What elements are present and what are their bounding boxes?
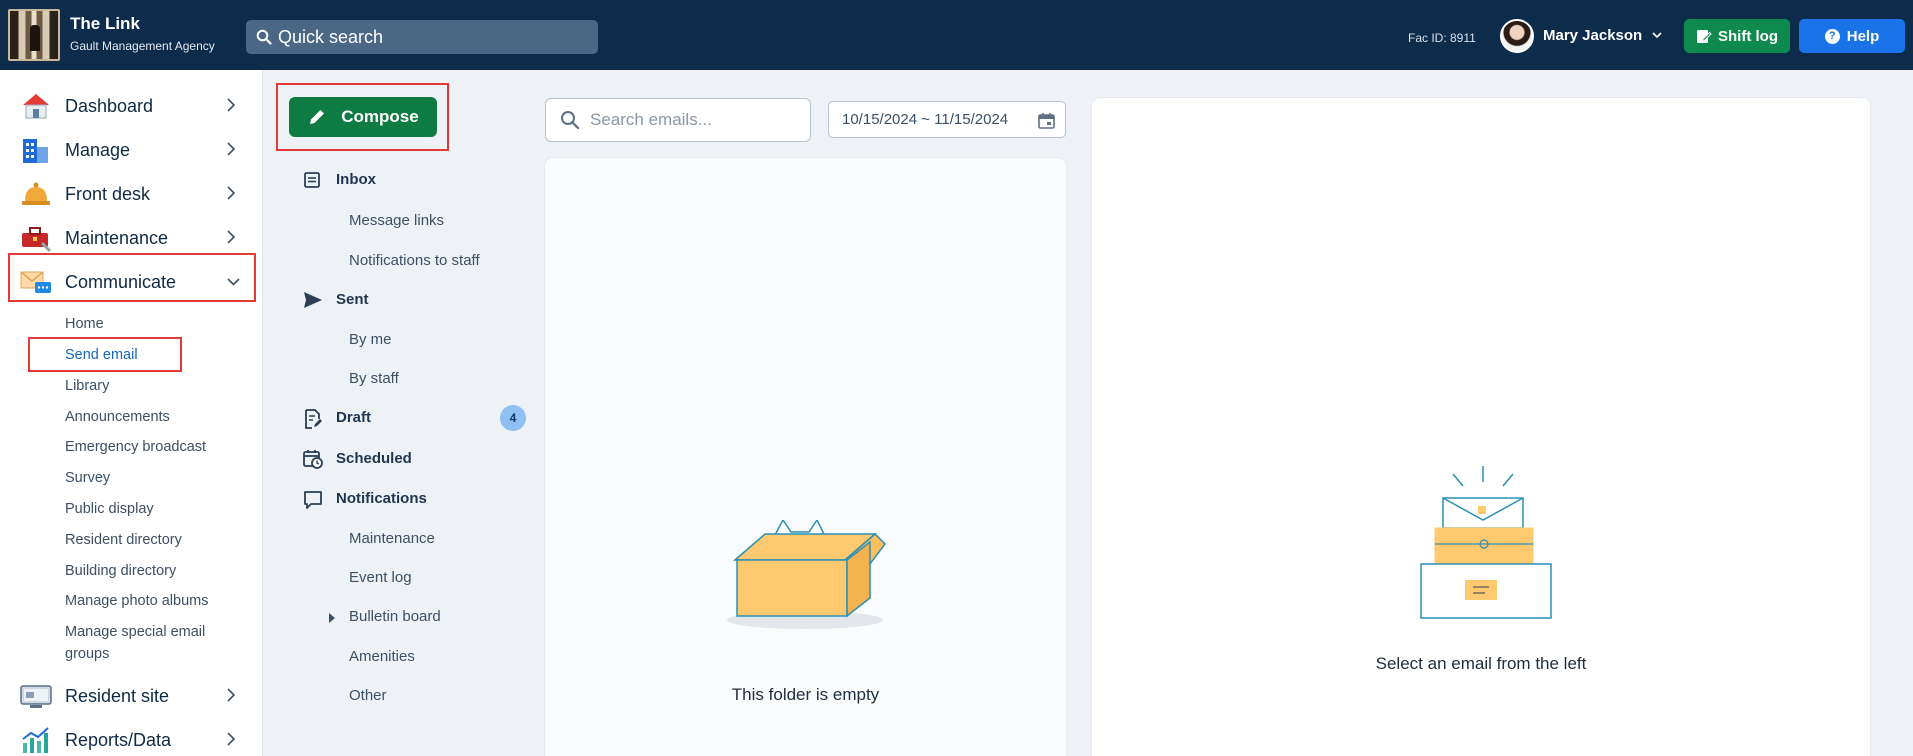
compose-label: Compose <box>341 107 419 126</box>
sidebar-sub-announcements[interactable]: Announcements <box>65 406 245 428</box>
bell-icon <box>22 182 50 205</box>
folder-panel: Compose Inbox Message links Notification… <box>263 70 533 756</box>
search-icon <box>561 111 580 130</box>
sidebar-item-maintenance[interactable]: Maintenance <box>0 218 263 258</box>
chevron-down-icon <box>1652 32 1662 39</box>
email-reader-panel: Select an email from the left <box>1092 98 1870 756</box>
sidebar-item-reports-data[interactable]: Reports/Data <box>0 720 263 756</box>
help-button[interactable]: ? Help <box>1799 19 1905 53</box>
app-title: The Link <box>70 14 140 33</box>
help-label: Help <box>1846 27 1880 45</box>
calendar-clock-icon <box>303 450 323 469</box>
sidebar-sub-send-email[interactable]: Send email <box>65 344 245 366</box>
folder-notifications-to-staff[interactable]: Notifications to staff <box>349 252 480 269</box>
inbox-icon <box>304 172 320 188</box>
sidebar-item-communicate[interactable]: Communicate <box>0 262 263 302</box>
folder-sent[interactable]: Sent <box>336 291 369 308</box>
chat-bubble-icon <box>304 491 322 509</box>
agency-name: Gault Management Agency <box>70 39 215 53</box>
mail-package-illustration <box>1420 466 1552 619</box>
email-search-input[interactable]: Search emails... <box>545 98 811 142</box>
empty-box-cat-illustration <box>727 520 886 629</box>
sidebar-sub-resident-directory[interactable]: Resident directory <box>65 529 245 551</box>
chevron-right-icon <box>227 98 235 112</box>
top-bar: The Link Gault Management Agency Quick s… <box>0 0 1913 70</box>
sidebar-item-dashboard[interactable]: Dashboard <box>0 86 263 126</box>
sidebar-sub-public-display[interactable]: Public display <box>65 498 245 520</box>
chart-icon <box>22 727 49 753</box>
shift-log-button[interactable]: Shift log <box>1684 19 1790 53</box>
draft-count-badge: 4 <box>500 405 526 431</box>
folder-by-me[interactable]: By me <box>349 331 392 348</box>
folder-draft[interactable]: Draft <box>336 409 371 426</box>
facility-id: Fac ID: 8911 <box>1408 31 1476 45</box>
folder-scheduled[interactable]: Scheduled <box>336 450 412 467</box>
email-search-placeholder: Search emails... <box>590 110 712 129</box>
reader-empty-message: Select an email from the left <box>1375 654 1587 673</box>
building-icon <box>23 139 48 163</box>
date-range-picker[interactable]: 10/15/2024 ~ 11/15/2024 <box>828 101 1066 138</box>
quick-search-input[interactable]: Quick search <box>246 20 598 54</box>
sidebar-item-front-desk[interactable]: Front desk <box>0 174 263 214</box>
sidebar-sub-survey[interactable]: Survey <box>65 467 245 489</box>
chevron-down-icon <box>227 278 240 286</box>
sidebar-item-manage[interactable]: Manage <box>0 130 263 170</box>
chevron-right-icon <box>227 732 235 746</box>
brand: The Link Gault Management Agency <box>70 14 215 53</box>
folder-message-links[interactable]: Message links <box>349 212 444 229</box>
folder-inbox[interactable]: Inbox <box>336 171 376 188</box>
monitor-icon <box>20 685 52 708</box>
folder-notifications[interactable]: Notifications <box>336 490 427 507</box>
pencil-icon <box>310 110 325 124</box>
folder-amenities[interactable]: Amenities <box>349 648 415 665</box>
chevron-right-icon <box>227 230 235 244</box>
folder-by-staff[interactable]: By staff <box>349 370 399 387</box>
chevron-right-icon <box>227 688 235 702</box>
sidebar-sub-manage-special-email-groups[interactable]: Manage special email groups <box>65 621 235 665</box>
chevron-right-icon <box>227 142 235 156</box>
draft-icon <box>305 409 322 429</box>
date-range-value: 10/15/2024 ~ 11/15/2024 <box>842 111 1009 128</box>
user-name: Mary Jackson <box>1543 27 1643 44</box>
chevron-right-icon <box>227 186 235 200</box>
send-icon <box>304 292 322 308</box>
sidebar: Dashboard Manage Front desk Maintenance … <box>0 70 263 756</box>
edit-note-icon <box>1697 30 1712 43</box>
app-logo[interactable] <box>8 9 60 61</box>
sidebar-sub-manage-photo-albums[interactable]: Manage photo albums <box>65 590 245 612</box>
compose-button[interactable]: Compose <box>289 97 437 137</box>
envelope-chat-icon <box>20 271 51 293</box>
sidebar-sub-library[interactable]: Library <box>65 375 245 397</box>
folder-other[interactable]: Other <box>349 687 387 704</box>
email-list-panel: This folder is empty <box>545 158 1066 756</box>
user-menu[interactable]: Mary Jackson <box>1543 27 1662 44</box>
caret-right-icon[interactable] <box>329 613 335 623</box>
toolbox-icon <box>22 227 52 253</box>
folder-maintenance[interactable]: Maintenance <box>349 530 435 547</box>
shift-log-label: Shift log <box>1718 27 1778 45</box>
search-icon <box>256 29 272 45</box>
sidebar-sub-building-directory[interactable]: Building directory <box>65 560 245 582</box>
empty-folder-message: This folder is empty <box>731 685 880 704</box>
calendar-icon <box>1038 113 1055 129</box>
sidebar-sub-home[interactable]: Home <box>65 313 245 335</box>
folder-bulletin-board[interactable]: Bulletin board <box>349 608 441 625</box>
house-icon <box>23 94 49 119</box>
quick-search-placeholder: Quick search <box>278 26 384 47</box>
folder-event-log[interactable]: Event log <box>349 569 412 586</box>
help-icon: ? <box>1824 28 1840 44</box>
sidebar-item-resident-site[interactable]: Resident site <box>0 676 263 716</box>
avatar[interactable] <box>1500 19 1534 53</box>
sidebar-sub-emergency-broadcast[interactable]: Emergency broadcast <box>65 436 245 458</box>
